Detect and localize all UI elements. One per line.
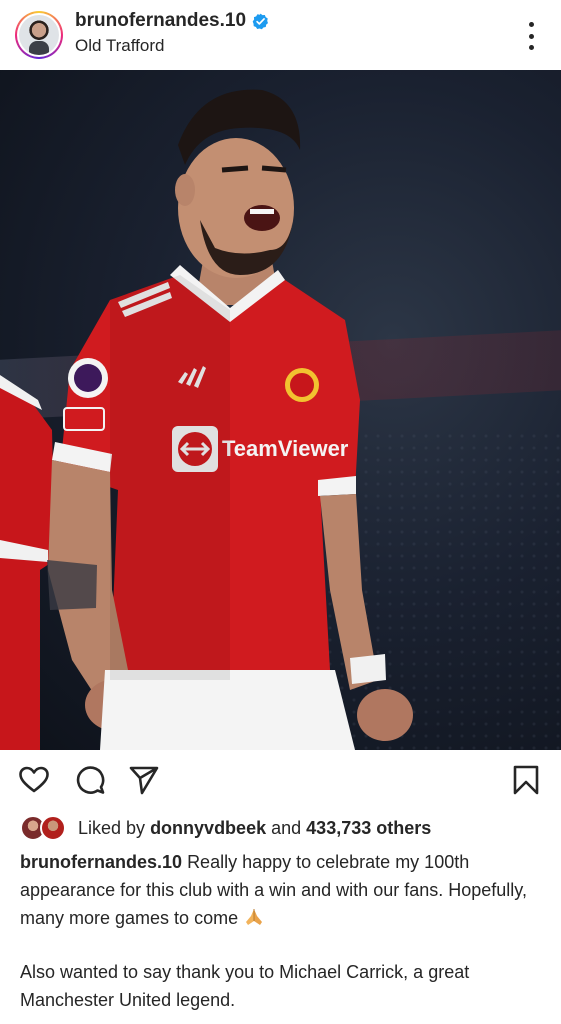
comment-icon (76, 766, 105, 794)
post-header: brunofernandes.10 Old Trafford (0, 0, 561, 70)
profile-avatar[interactable] (15, 11, 63, 59)
verified-badge-icon (252, 13, 269, 29)
sponsor-text: TeamViewer (222, 436, 349, 461)
liker-avatar (40, 815, 66, 841)
liker-avatars (20, 815, 70, 841)
liked-by-text: Liked by donnyvdbeek and 433,733 others (78, 817, 432, 838)
liked-by-user[interactable]: donnyvdbeek (150, 818, 266, 838)
post-actions (0, 760, 561, 802)
post-photo[interactable]: TeamViewer (0, 70, 561, 750)
avatar-image (19, 15, 59, 55)
post-username[interactable]: brunofernandes.10 (75, 10, 269, 32)
save-button[interactable] (510, 764, 542, 796)
likes-count[interactable]: 433,733 others (306, 818, 431, 838)
more-vertical-icon (528, 22, 534, 27)
heart-icon (19, 766, 49, 793)
more-options-button[interactable] (519, 22, 543, 50)
post-location[interactable]: Old Trafford (75, 36, 164, 56)
caption-username[interactable]: brunofernandes.10 (20, 852, 182, 872)
username-text[interactable]: brunofernandes.10 (75, 10, 246, 32)
send-icon (129, 766, 159, 795)
post-caption: brunofernandes.10 Really happy to celebr… (20, 848, 545, 1014)
player-illustration: TeamViewer (0, 89, 413, 750)
share-button[interactable] (128, 764, 160, 796)
caption-paragraph-2: Also wanted to say thank you to Michael … (20, 962, 470, 1010)
comment-button[interactable] (74, 764, 106, 796)
bookmark-icon (513, 765, 539, 795)
likes-summary[interactable]: Liked by donnyvdbeek and 433,733 others (20, 814, 431, 842)
folded-hands-icon (246, 909, 263, 925)
like-button[interactable] (18, 764, 50, 796)
